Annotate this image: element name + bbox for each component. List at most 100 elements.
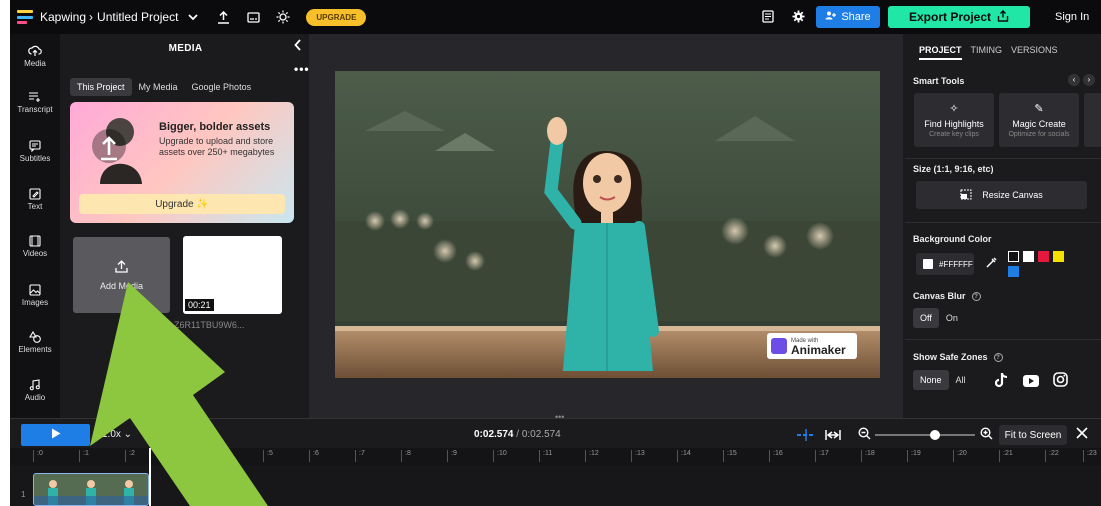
zoom-slider[interactable] <box>875 434 975 436</box>
add-media-label: Add Media <box>99 280 144 291</box>
promo-upgrade-button[interactable]: Upgrade ✨ <box>79 194 285 214</box>
upgrade-button[interactable]: UPGRADE <box>306 8 367 26</box>
promo-title: Bigger, bolder assets <box>159 121 271 133</box>
swatch-red[interactable] <box>1038 251 1049 262</box>
scroll-left-icon[interactable]: ‹ <box>1068 74 1080 86</box>
rail-label: Media <box>24 59 46 68</box>
zoom-out-icon[interactable] <box>858 427 871 445</box>
video-clip[interactable] <box>33 473 149 506</box>
tool-title: Magic Create <box>1012 119 1066 129</box>
play-button[interactable] <box>21 424 90 446</box>
export-icon <box>997 9 1009 25</box>
rail-item-transcript[interactable]: Transcript <box>10 91 60 114</box>
safe-zone-all[interactable]: All <box>949 370 973 390</box>
panel-title: MEDIA <box>168 43 203 54</box>
subtitles-icon <box>29 140 41 152</box>
timeline-ruler[interactable]: :0 :1 :2 :3 :4 :5 :6 :7 :8 :9 :10 :11 :1… <box>10 448 1101 465</box>
ruler-tick: :2 <box>125 450 135 462</box>
tiktok-icon[interactable] <box>994 372 1009 393</box>
rail-label: Audio <box>24 393 46 402</box>
resize-canvas-button[interactable]: Resize Canvas <box>916 181 1087 209</box>
more-tools-card[interactable] <box>1084 93 1101 147</box>
share-label: Share <box>841 11 871 23</box>
tab-timing[interactable]: TIMING <box>971 45 1003 60</box>
ruler-tick: :4 <box>217 450 227 462</box>
blur-off-option[interactable]: Off <box>913 308 939 328</box>
smart-tools-label: Smart Tools <box>913 76 965 86</box>
tab-project[interactable]: PROJECT <box>919 45 962 60</box>
instagram-icon[interactable] <box>1053 372 1068 392</box>
add-media-button[interactable]: Add Media <box>73 237 170 313</box>
magic-create-card[interactable]: ✎ Magic Create Optimize for socials <box>999 93 1079 147</box>
blur-on-option[interactable]: On <box>939 308 965 328</box>
bg-color-label: Background Color <box>913 234 992 244</box>
timeline-track <box>10 465 1101 506</box>
brand-name[interactable]: Kapwing <box>40 10 86 24</box>
chevron-down-icon[interactable] <box>186 10 200 24</box>
notes-icon[interactable] <box>762 10 774 28</box>
collapse-chevron-icon[interactable] <box>294 38 302 56</box>
more-options-icon[interactable]: ••• <box>294 62 310 76</box>
find-highlights-card[interactable]: ✧ Find Highlights Create key clips <box>914 93 994 147</box>
eyedropper-icon[interactable] <box>984 256 998 275</box>
playback-speed[interactable]: 1.0x ⌄ <box>102 429 132 440</box>
canvas-blur-toggle: Off On <box>913 308 965 328</box>
safe-zone-none[interactable]: None <box>913 370 949 390</box>
rail-label: Images <box>21 298 49 307</box>
size-label: Size (1:1, 9:16, etc) <box>913 164 994 174</box>
export-project-button[interactable]: Export Project <box>888 6 1030 28</box>
subtitle-icon[interactable] <box>246 10 260 24</box>
rail-item-videos[interactable]: Videos <box>10 235 60 258</box>
tab-my-media[interactable]: My Media <box>132 78 185 96</box>
speed-value: 1.0x <box>102 429 121 440</box>
rail-item-subtitles[interactable]: Subtitles <box>10 140 60 163</box>
rail-item-audio[interactable]: Audio <box>10 379 60 402</box>
tab-versions[interactable]: VERSIONS <box>1011 45 1058 60</box>
info-icon[interactable]: ? <box>993 352 1003 362</box>
rail-item-images[interactable]: Images <box>10 284 60 307</box>
scroll-right-icon[interactable]: › <box>1083 74 1095 86</box>
tab-this-project[interactable]: This Project <box>70 78 132 96</box>
magic-wand-icon: ✎ <box>1034 103 1044 115</box>
ruler-tick: :14 <box>677 450 691 462</box>
swatch-yellow[interactable] <box>1053 251 1064 262</box>
tab-google-photos[interactable]: Google Photos <box>185 78 259 96</box>
swatch-black[interactable] <box>1008 251 1019 262</box>
rail-item-media[interactable]: Media <box>10 45 60 68</box>
asset-duration: 00:21 <box>185 299 214 311</box>
playhead[interactable] <box>149 448 151 506</box>
breadcrumb-separator: › <box>89 10 94 24</box>
rail-label: Text <box>27 202 43 211</box>
share-button[interactable]: Share <box>816 6 880 28</box>
project-title[interactable]: Untitled Project <box>97 10 178 24</box>
ruler-tick: :12 <box>585 450 599 462</box>
rail-item-elements[interactable]: Elements <box>10 331 60 354</box>
color-preview <box>923 259 933 269</box>
fit-clip-icon[interactable] <box>825 428 841 446</box>
swatch-white[interactable] <box>1023 251 1034 262</box>
divider <box>905 339 1101 340</box>
video-canvas[interactable]: Made with Animaker <box>335 71 880 378</box>
upload-icon[interactable] <box>216 10 230 24</box>
zoom-in-icon[interactable] <box>980 427 993 445</box>
lightbulb-icon[interactable] <box>276 10 290 24</box>
canvas-blur-label: Canvas Blur <box>913 291 966 301</box>
swatch-blue[interactable] <box>1008 266 1019 277</box>
split-icon[interactable] <box>796 428 816 446</box>
gear-icon[interactable] <box>792 10 805 28</box>
zoom-slider-thumb[interactable] <box>930 430 940 440</box>
rail-item-text[interactable]: Text <box>10 188 60 211</box>
asset-name: Z6R11TBU9W6... <box>174 320 245 330</box>
bg-color-input[interactable]: #FFFFFF <box>916 253 974 275</box>
ruler-tick: :11 <box>539 450 552 462</box>
sign-in-link[interactable]: Sign In <box>1055 11 1089 23</box>
youtube-icon[interactable] <box>1023 374 1039 392</box>
ruler-tick: :15 <box>723 450 737 462</box>
ruler-tick: :0 <box>33 450 43 462</box>
fit-to-screen-button[interactable]: Fit to Screen <box>999 425 1067 445</box>
drag-handle-icon[interactable]: ••• <box>555 412 564 422</box>
info-icon[interactable]: ? <box>971 291 981 301</box>
images-icon <box>29 284 41 296</box>
close-icon[interactable] <box>1075 426 1089 445</box>
kapwing-logo-icon[interactable] <box>17 10 33 24</box>
